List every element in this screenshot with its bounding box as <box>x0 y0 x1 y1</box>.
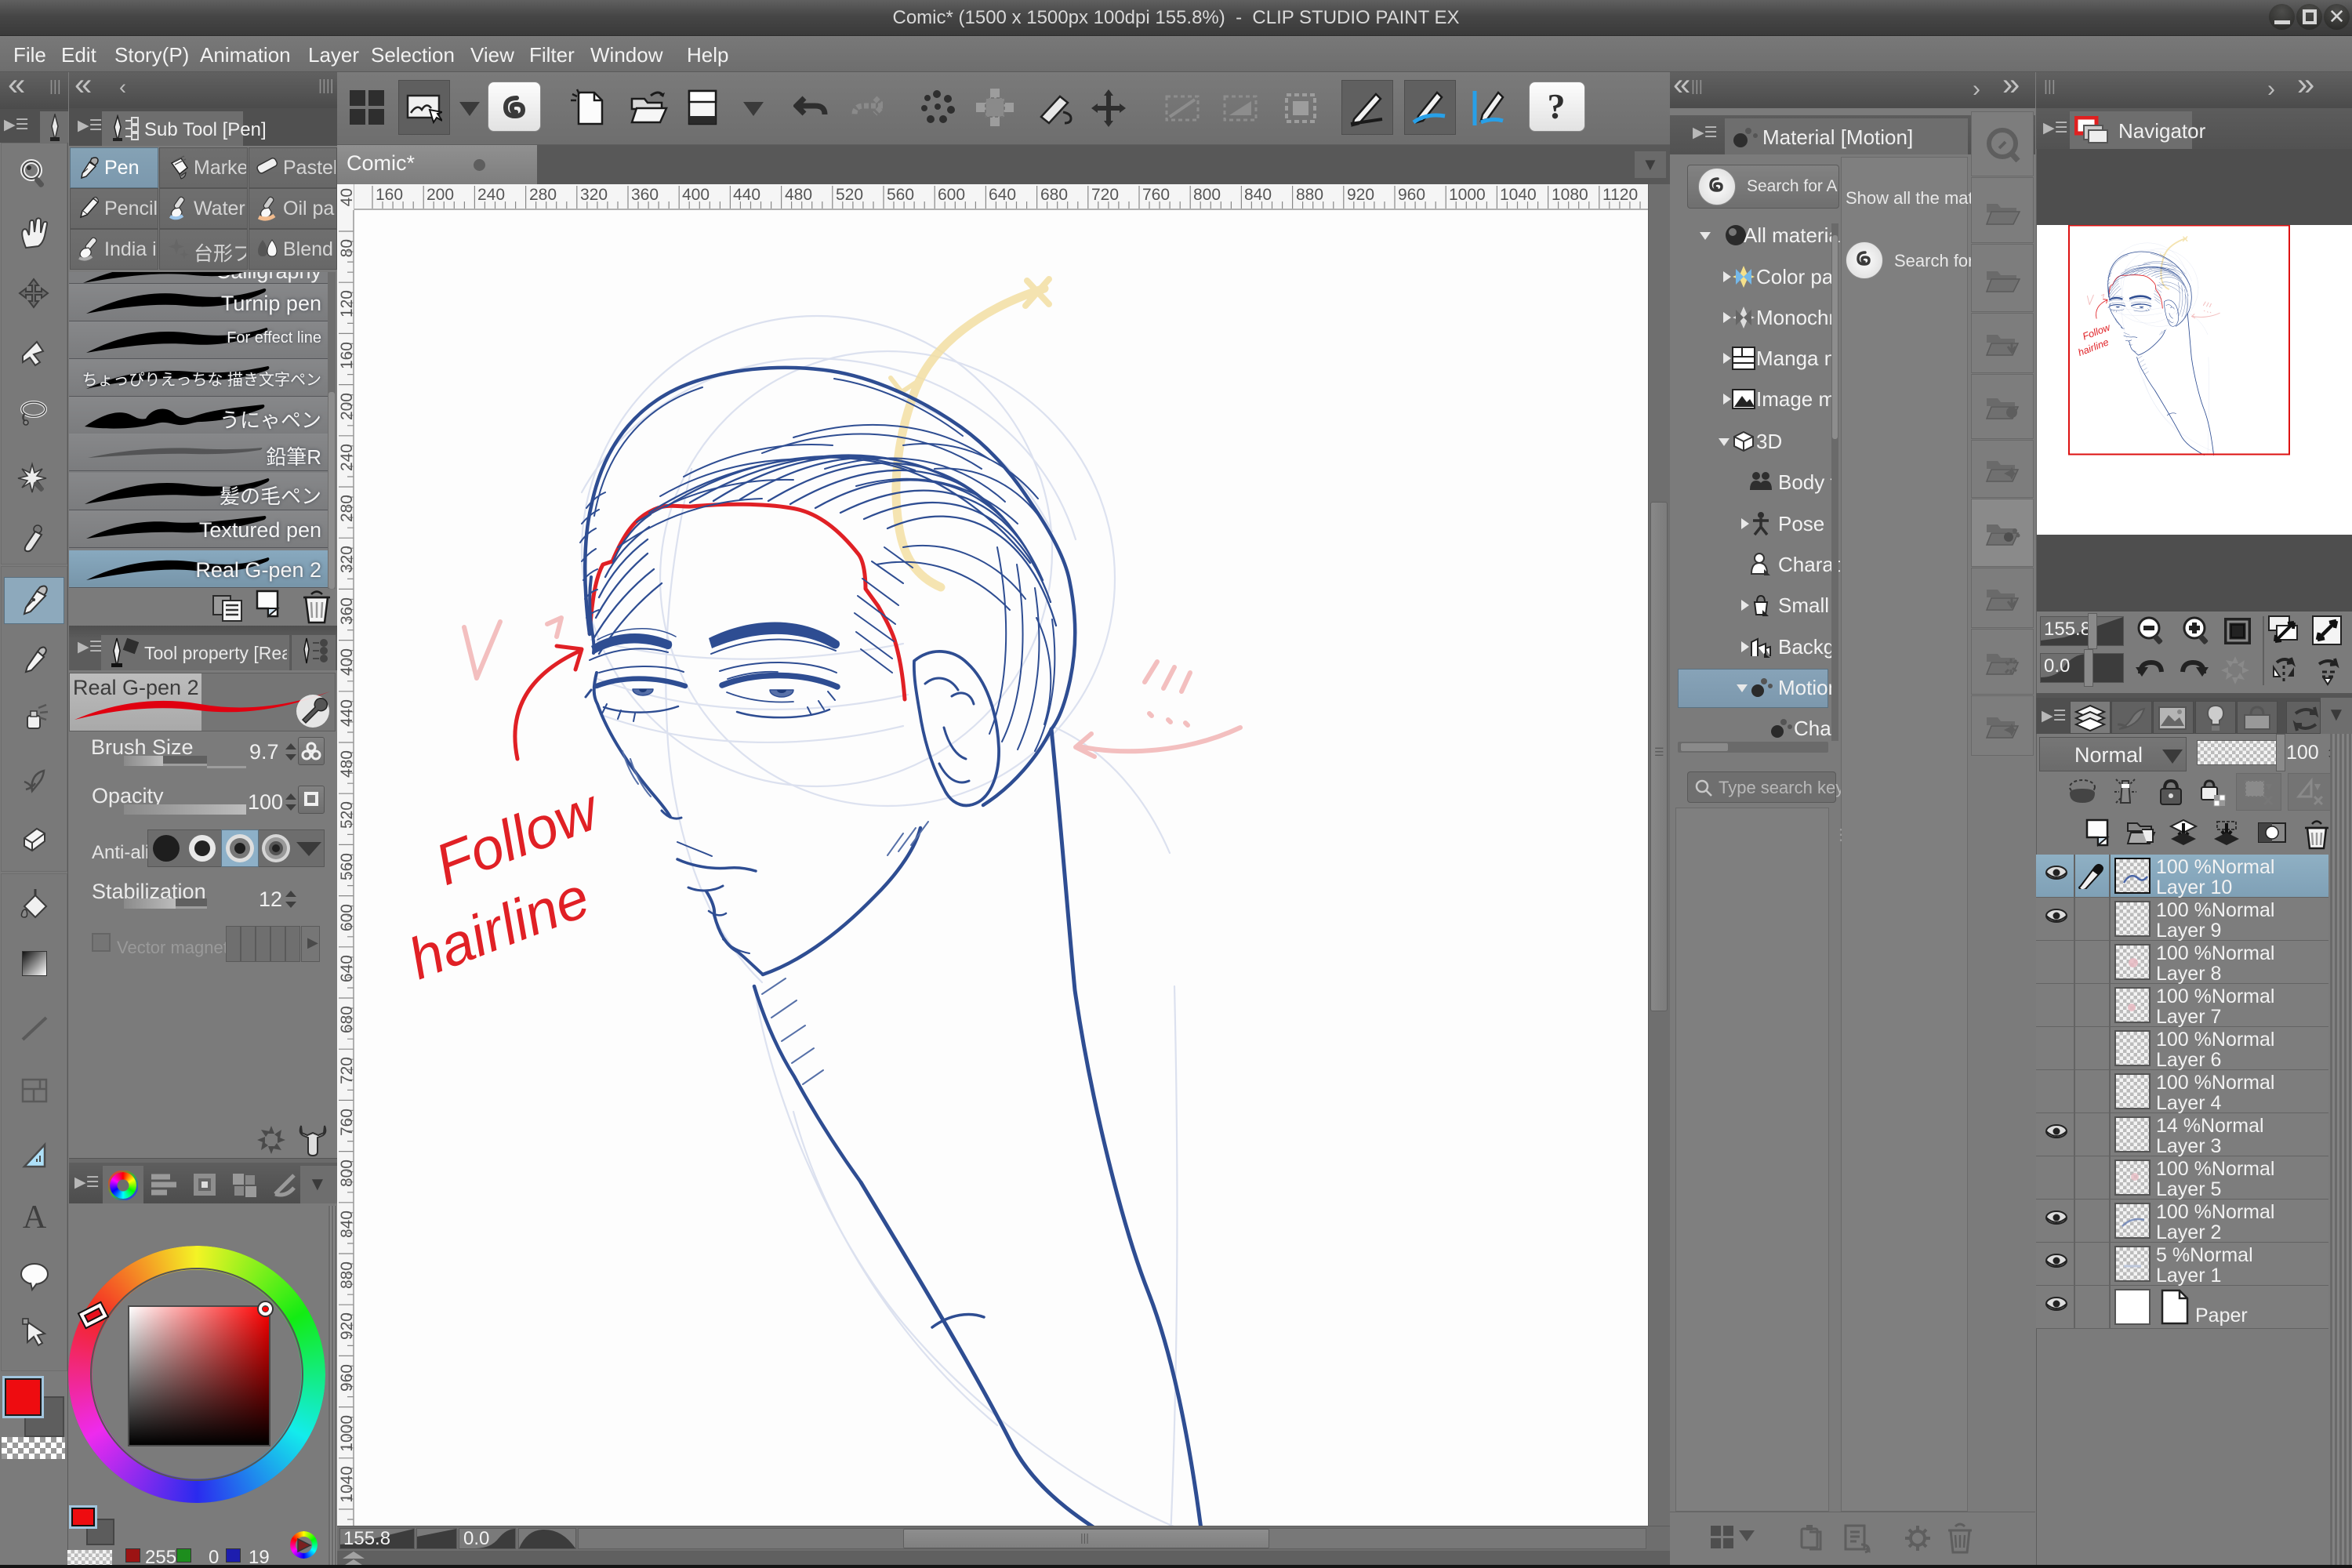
svg-text:?: ? <box>1548 87 1566 126</box>
svg-text:A: A <box>23 1200 47 1233</box>
